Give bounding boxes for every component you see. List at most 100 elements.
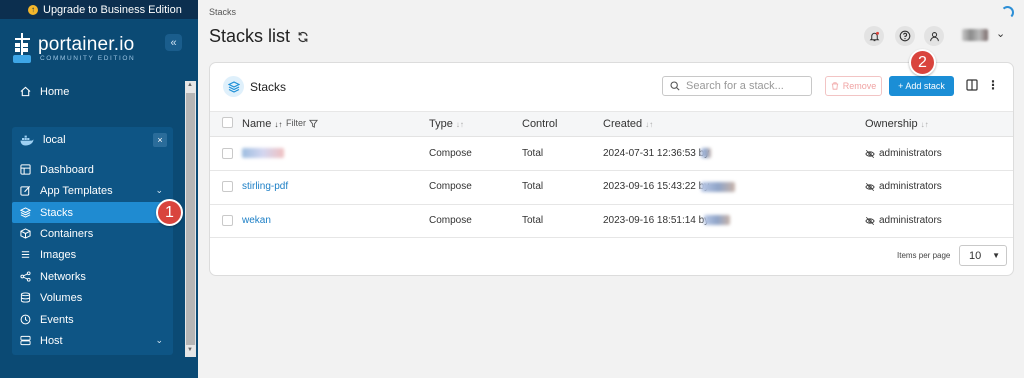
scroll-up-icon[interactable]: ▲ xyxy=(187,82,193,88)
creator-redacted xyxy=(704,215,730,225)
upgrade-icon: ↑ xyxy=(28,4,38,15)
column-type[interactable]: Type ↓↑ xyxy=(429,118,464,130)
column-control: Control xyxy=(522,118,558,130)
sort-icon: ↓↑ xyxy=(645,119,654,129)
page-title: Stacks list xyxy=(209,26,309,47)
add-stack-label: + Add stack xyxy=(898,81,945,91)
row-created: 2023-09-16 18:51:14 by xyxy=(603,215,710,226)
row-control: Total xyxy=(522,181,544,192)
row-created: 2023-09-16 15:43:22 by xyxy=(603,181,710,192)
filter-icon xyxy=(309,119,318,128)
row-type: Compose xyxy=(429,148,472,159)
search-field[interactable] xyxy=(662,76,812,96)
clock-icon xyxy=(20,314,31,325)
column-name[interactable]: Name ↓↑ xyxy=(242,118,282,130)
items-per-page-value: 10 xyxy=(969,249,982,262)
add-stack-button[interactable]: + Add stack xyxy=(889,76,954,96)
eye-off-icon xyxy=(865,216,875,225)
row-checkbox[interactable] xyxy=(222,215,233,226)
stack-name-link[interactable]: wekan xyxy=(242,215,271,226)
row-created: 2024-07-31 12:36:53 by xyxy=(603,148,710,159)
sidebar-item-dashboard[interactable]: Dashboard xyxy=(12,159,173,180)
more-options-icon[interactable]: ⋮ xyxy=(987,78,999,92)
row-checkbox[interactable] xyxy=(222,181,233,192)
step-callout-1: 1 xyxy=(156,199,183,226)
loading-spinner-icon xyxy=(1001,6,1014,19)
share-icon xyxy=(20,271,31,282)
sidebar-item-label: Containers xyxy=(40,227,94,240)
row-control: Total xyxy=(522,148,544,159)
collapse-sidebar-button[interactable]: « xyxy=(165,34,182,51)
items-per-page-label: Items per page xyxy=(897,251,951,260)
sidebar-item-label: Images xyxy=(40,248,77,261)
portainer-logo-icon xyxy=(13,33,31,63)
row-ownership: administrators xyxy=(865,181,942,192)
environment-header[interactable]: local xyxy=(12,130,173,150)
search-input[interactable] xyxy=(686,80,806,92)
step-callout-2: 2 xyxy=(909,49,936,76)
environment-name: local xyxy=(43,134,66,146)
sort-icon: ↓↑ xyxy=(920,119,929,129)
items-per-page-select[interactable]: 10 ▼ xyxy=(959,245,1007,266)
sidebar-item-volumes[interactable]: Volumes xyxy=(12,287,173,308)
sidebar-item-label: Dashboard xyxy=(40,163,94,176)
select-all-checkbox[interactable] xyxy=(222,117,233,128)
stack-name-redacted[interactable] xyxy=(242,148,284,158)
edit-icon xyxy=(20,186,31,196)
help-icon xyxy=(899,30,911,42)
environment-close-button[interactable]: × xyxy=(153,133,167,147)
sidebar-item-home[interactable]: Home xyxy=(12,81,185,102)
sidebar-item-images[interactable]: Images xyxy=(12,244,173,265)
columns-icon[interactable] xyxy=(966,79,978,91)
upgrade-label: Upgrade to Business Edition xyxy=(43,3,182,16)
notifications-button[interactable] xyxy=(864,26,884,46)
row-type: Compose xyxy=(429,181,472,192)
sidebar-item-label: App Templates xyxy=(40,184,113,197)
filter-button[interactable]: Filter xyxy=(286,118,318,128)
help-button[interactable] xyxy=(895,26,915,46)
box-icon xyxy=(20,228,31,239)
upgrade-banner[interactable]: ↑ Upgrade to Business Edition xyxy=(0,0,198,19)
column-ownership[interactable]: Ownership ↓↑ xyxy=(865,118,929,130)
sidebar-item-host[interactable]: Host ⌄ xyxy=(12,330,173,351)
row-control: Total xyxy=(522,215,544,226)
row-checkbox[interactable] xyxy=(222,148,233,159)
scroll-down-icon[interactable]: ▼ xyxy=(187,347,193,353)
creator-redacted xyxy=(701,148,711,158)
page-title-text: Stacks list xyxy=(209,26,291,46)
remove-button[interactable]: Remove xyxy=(825,76,882,96)
user-button[interactable] xyxy=(924,26,944,46)
sidebar-item-label: Stacks xyxy=(40,206,74,219)
chevron-down-icon[interactable]: ⌄ xyxy=(996,27,1005,40)
row-type: Compose xyxy=(429,215,472,226)
refresh-icon[interactable] xyxy=(297,31,309,43)
list-icon xyxy=(21,251,30,258)
user-icon xyxy=(929,31,939,41)
column-created[interactable]: Created ↓↑ xyxy=(603,118,653,130)
sidebar-item-events[interactable]: Events xyxy=(12,309,173,330)
database-icon xyxy=(20,292,31,303)
bell-icon xyxy=(869,31,879,41)
eye-off-icon xyxy=(865,182,875,191)
creator-redacted xyxy=(701,182,735,192)
sidebar-item-containers[interactable]: Containers xyxy=(12,223,173,244)
home-icon xyxy=(20,86,31,97)
chevron-down-icon: ⌄ xyxy=(155,335,163,345)
sort-desc-icon: ↓↑ xyxy=(274,119,283,129)
stacks-icon xyxy=(20,207,31,218)
stacks-icon xyxy=(223,76,244,97)
sidebar-item-stacks[interactable]: Stacks xyxy=(12,202,173,223)
chevron-down-icon: ▼ xyxy=(992,251,1000,260)
sidebar-item-label: Volumes xyxy=(40,291,83,304)
logo-edition: COMMUNITY EDITION xyxy=(40,55,136,62)
stack-name-link[interactable]: stirling-pdf xyxy=(242,181,288,192)
breadcrumb[interactable]: Stacks xyxy=(209,7,236,17)
sidebar-scrollbar-thumb[interactable] xyxy=(186,93,195,345)
user-name-redacted[interactable] xyxy=(962,29,988,41)
sidebar-item-app-templates[interactable]: App Templates ⌄ xyxy=(12,180,173,201)
sidebar-item-networks[interactable]: Networks xyxy=(12,266,173,287)
sidebar-item-label: Events xyxy=(40,313,74,326)
docker-icon xyxy=(20,135,34,145)
sidebar-item-label: Home xyxy=(40,85,70,98)
trash-icon xyxy=(831,82,838,90)
